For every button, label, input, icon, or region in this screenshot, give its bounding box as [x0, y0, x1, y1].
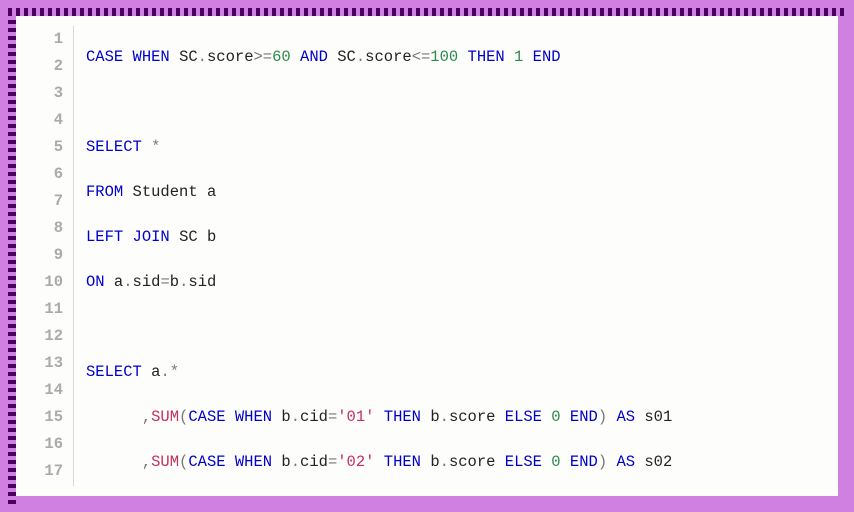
line-number: 7 — [32, 188, 63, 215]
keyword-case: CASE — [86, 48, 123, 66]
keyword-end: END — [570, 453, 598, 471]
keyword-select: SELECT — [86, 138, 142, 156]
line-number: 12 — [32, 323, 63, 350]
keyword-then: THEN — [468, 48, 505, 66]
line-number: 8 — [32, 215, 63, 242]
number: 1 — [514, 48, 523, 66]
string: '01' — [337, 408, 374, 426]
keyword-end: END — [533, 48, 561, 66]
keyword-when: WHEN — [235, 453, 272, 471]
line-number: 2 — [32, 53, 63, 80]
keyword-when: WHEN — [235, 408, 272, 426]
identifier: SC — [179, 48, 198, 66]
code-line: SELECT * — [86, 134, 822, 161]
identifier: b — [281, 453, 290, 471]
line-number: 4 — [32, 107, 63, 134]
identifier: score — [207, 48, 254, 66]
line-number: 13 — [32, 350, 63, 377]
keyword-else: ELSE — [505, 453, 542, 471]
identifier: a — [114, 273, 123, 291]
code-line: SELECT a.* — [86, 359, 822, 386]
keyword-from: FROM — [86, 183, 123, 201]
identifier: b — [170, 273, 179, 291]
identifier: b — [430, 453, 439, 471]
identifier: cid — [300, 408, 328, 426]
line-number: 14 — [32, 377, 63, 404]
function-sum: SUM — [151, 453, 179, 471]
identifier: cid — [300, 453, 328, 471]
code-line: CASE WHEN SC.score>=60 AND SC.score<=100… — [86, 44, 822, 71]
identifier: s01 — [644, 408, 672, 426]
keyword-end: END — [570, 408, 598, 426]
identifier: SC b — [179, 228, 216, 246]
keyword-when: WHEN — [133, 48, 170, 66]
identifier: sid — [133, 273, 161, 291]
identifier: b — [281, 408, 290, 426]
code-line: ON a.sid=b.sid — [86, 269, 822, 296]
string: '02' — [337, 453, 374, 471]
code-area[interactable]: CASE WHEN SC.score>=60 AND SC.score<=100… — [74, 26, 822, 486]
line-number: 15 — [32, 404, 63, 431]
function-sum: SUM — [151, 408, 179, 426]
code-line-blank — [86, 314, 822, 341]
keyword-case: CASE — [188, 408, 225, 426]
keyword-on: ON — [86, 273, 105, 291]
code-line: LEFT JOIN SC b — [86, 224, 822, 251]
code-line: ,SUM(CASE WHEN b.cid='01' THEN b.score E… — [86, 404, 822, 431]
number: 60 — [272, 48, 291, 66]
number: 0 — [551, 453, 560, 471]
identifier: sid — [188, 273, 216, 291]
line-number: 9 — [32, 242, 63, 269]
line-number: 10 — [32, 269, 63, 296]
keyword-and: AND — [300, 48, 328, 66]
code-panel: 1 2 3 4 5 6 7 8 9 10 11 12 13 14 15 16 1… — [16, 16, 838, 496]
keyword-then: THEN — [384, 453, 421, 471]
identifier: s02 — [644, 453, 672, 471]
keyword-as: AS — [616, 453, 635, 471]
line-number: 3 — [32, 80, 63, 107]
outer-border: 1 2 3 4 5 6 7 8 9 10 11 12 13 14 15 16 1… — [8, 8, 846, 504]
identifier: score — [449, 408, 496, 426]
identifier: score — [365, 48, 412, 66]
line-number: 11 — [32, 296, 63, 323]
number: 100 — [430, 48, 458, 66]
star: * — [151, 138, 160, 156]
line-number: 17 — [32, 458, 63, 485]
identifier: SC — [337, 48, 356, 66]
number: 0 — [551, 408, 560, 426]
identifier: score — [449, 453, 496, 471]
code-line: FROM Student a — [86, 179, 822, 206]
line-number: 6 — [32, 161, 63, 188]
line-number: 16 — [32, 431, 63, 458]
keyword-left: LEFT — [86, 228, 123, 246]
line-number: 1 — [32, 26, 63, 53]
code-line-blank — [86, 89, 822, 116]
keyword-else: ELSE — [505, 408, 542, 426]
code-line: ,SUM(CASE WHEN b.cid='02' THEN b.score E… — [86, 449, 822, 476]
line-number: 5 — [32, 134, 63, 161]
identifier: Student a — [133, 183, 217, 201]
keyword-then: THEN — [384, 408, 421, 426]
star: * — [170, 363, 179, 381]
keyword-as: AS — [616, 408, 635, 426]
keyword-case: CASE — [188, 453, 225, 471]
keyword-select: SELECT — [86, 363, 142, 381]
identifier: b — [430, 408, 439, 426]
line-number-gutter: 1 2 3 4 5 6 7 8 9 10 11 12 13 14 15 16 1… — [32, 26, 74, 486]
keyword-join: JOIN — [133, 228, 170, 246]
